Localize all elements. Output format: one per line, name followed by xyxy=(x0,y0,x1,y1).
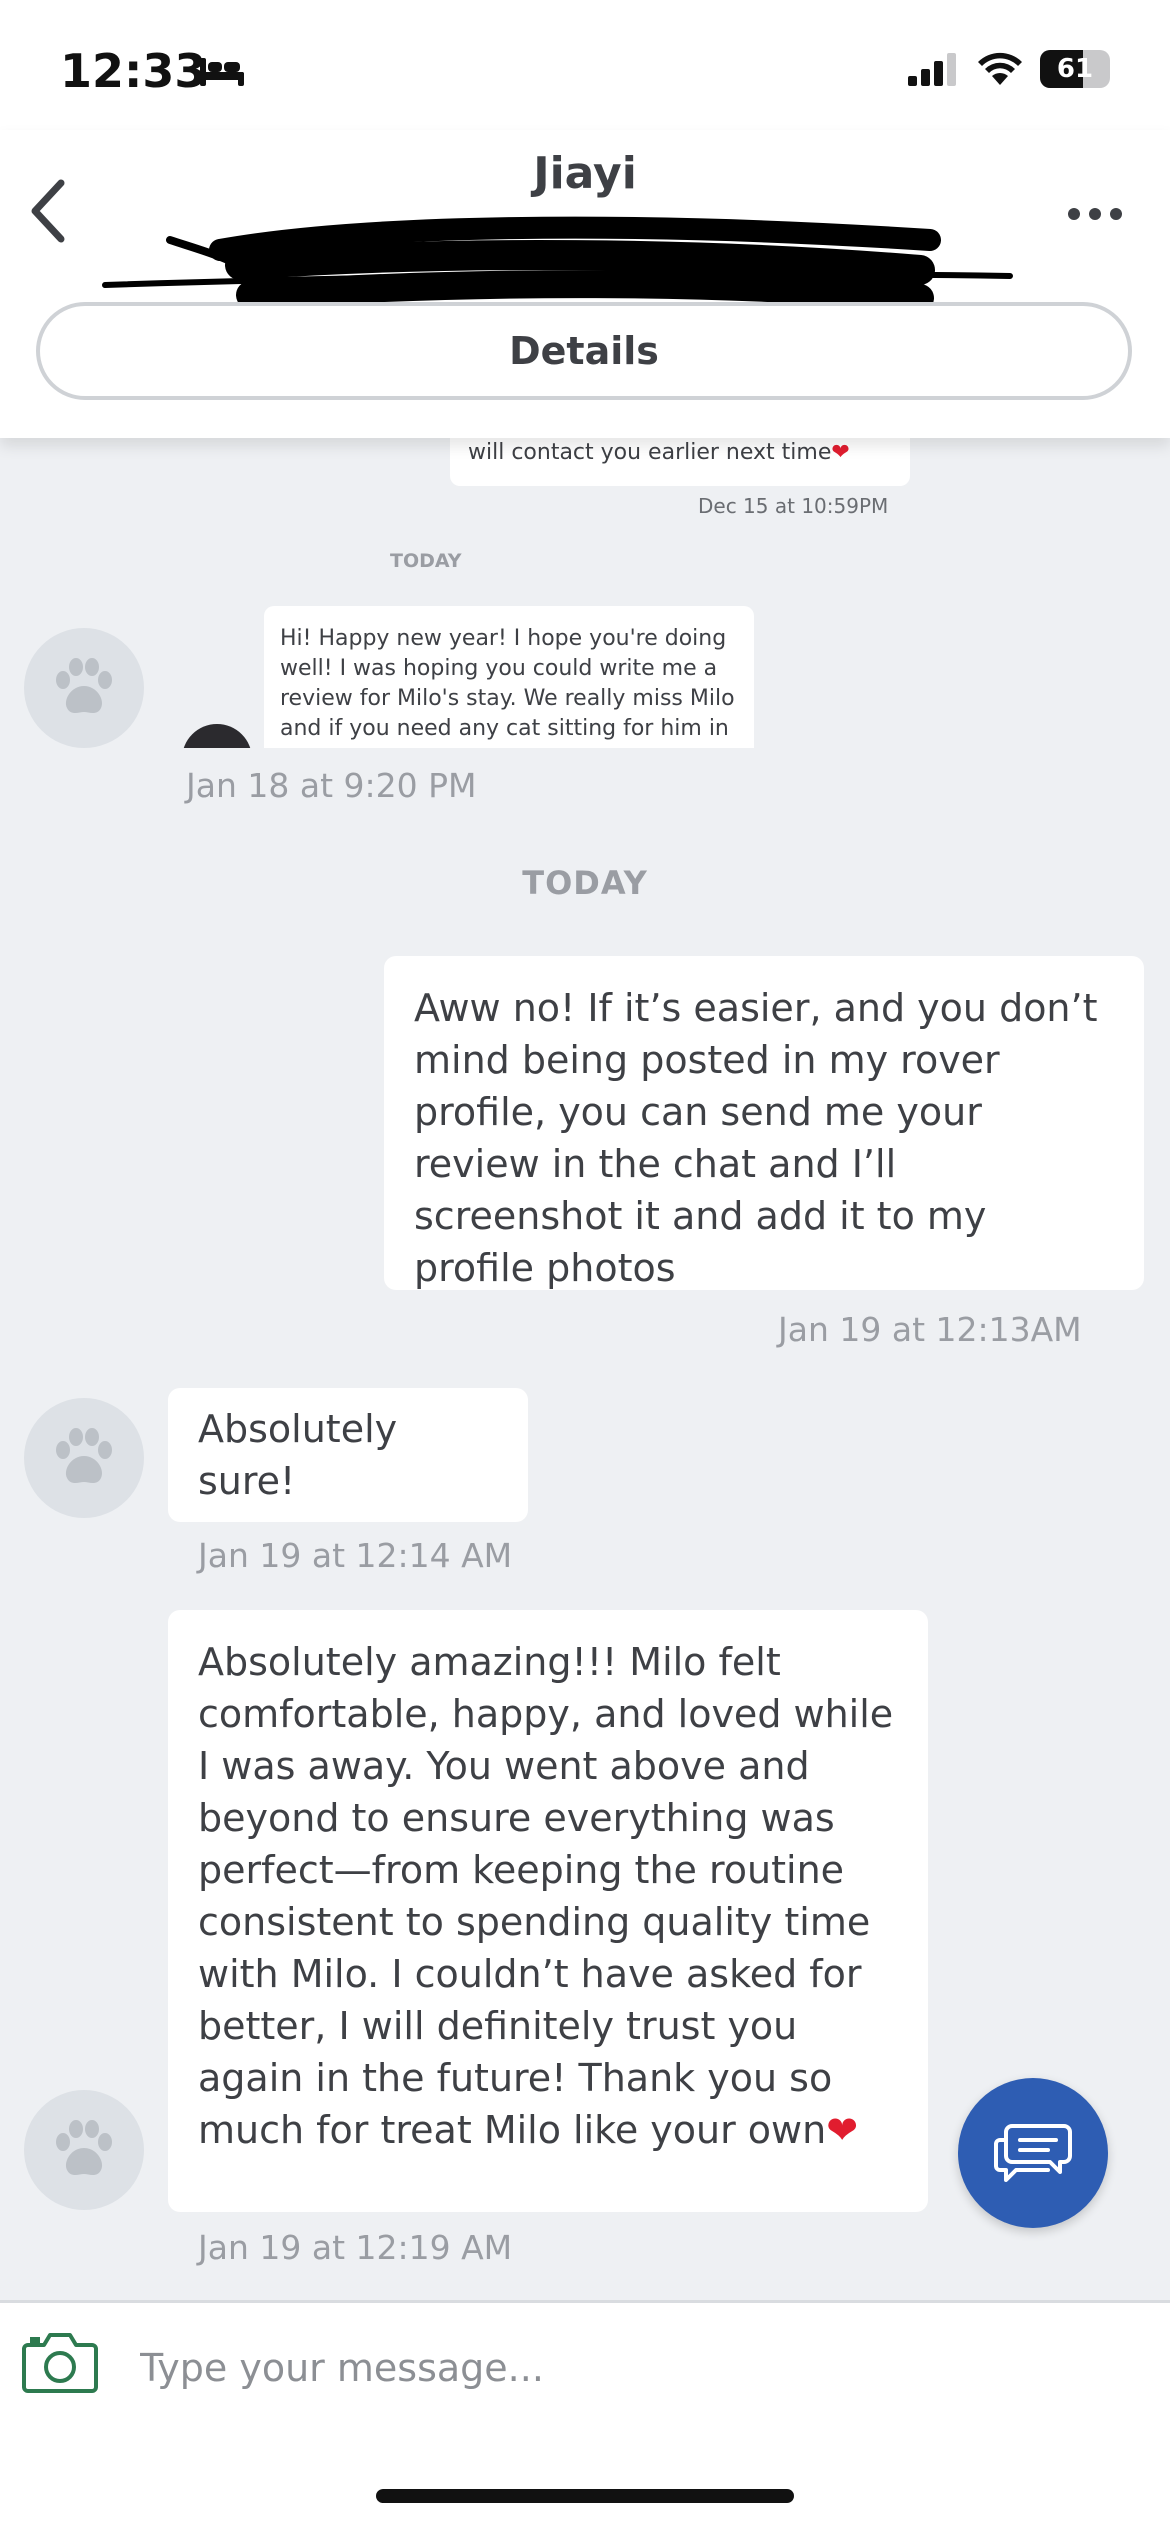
chat-support-button[interactable] xyxy=(958,2078,1108,2228)
chat-bubbles-icon xyxy=(994,2124,1072,2182)
camera-icon xyxy=(22,2333,98,2393)
screenshot-prev-bubble: will contact you earlier next time ❤ xyxy=(450,438,910,486)
shared-screenshot[interactable]: will contact you earlier next time ❤ Dec … xyxy=(160,438,960,748)
incoming-message-bubble[interactable]: Absolutely sure! xyxy=(168,1388,528,1522)
outgoing-message-bubble[interactable]: Aww no! If it’s easier, and you don’t mi… xyxy=(384,956,1144,1290)
message-input[interactable] xyxy=(140,2333,1040,2403)
screenshot-message-bubble: Hi! Happy new year! I hope you're doing … xyxy=(264,606,754,748)
sender-avatar xyxy=(24,1398,144,1518)
battery-indicator: 61 xyxy=(1040,50,1110,88)
message-timestamp: Jan 19 at 12:19 AM xyxy=(198,2228,513,2267)
more-options-button[interactable] xyxy=(1050,184,1140,244)
sender-avatar xyxy=(24,2090,144,2210)
message-text: Absolutely amazing!!! Milo felt comforta… xyxy=(198,1640,894,2152)
message-composer xyxy=(0,2300,1170,2532)
screenshot-message-text: Hi! Happy new year! I hope you're doing … xyxy=(280,626,735,741)
status-bar: 12:33 61 xyxy=(0,0,1170,130)
message-timestamp: Jan 18 at 9:20 PM xyxy=(186,766,477,805)
battery-percent: 61 xyxy=(1056,54,1094,84)
red-heart-emoji: ❤ xyxy=(831,440,850,465)
sleep-focus-icon xyxy=(200,58,244,86)
message-text: Aww no! If it’s easier, and you don’t mi… xyxy=(414,986,1098,1290)
home-indicator xyxy=(376,2489,794,2503)
more-dots-icon xyxy=(1068,208,1080,220)
day-separator: TODAY xyxy=(522,864,648,902)
conversation-header: Jiayi Details xyxy=(0,130,1170,438)
incoming-message-bubble[interactable]: Absolutely amazing!!! Milo felt comforta… xyxy=(168,1610,928,2212)
message-text: Absolutely sure! xyxy=(198,1407,398,1503)
camera-button[interactable] xyxy=(22,2329,98,2395)
status-time: 12:33 xyxy=(60,44,207,98)
signal-icon xyxy=(908,53,956,86)
screenshot-day-label: TODAY xyxy=(390,550,462,572)
screenshot-prev-text: will contact you earlier next time xyxy=(468,440,832,465)
message-timestamp: Jan 19 at 12:14 AM xyxy=(198,1536,513,1575)
message-thread[interactable]: will contact you earlier next time ❤ Dec … xyxy=(0,438,1170,2300)
red-heart-emoji: ❤ xyxy=(826,2108,859,2152)
message-timestamp: Jan 19 at 12:13AM xyxy=(778,1310,1082,1349)
status-indicators: 61 xyxy=(908,50,1110,88)
wifi-icon xyxy=(978,52,1022,85)
sender-avatar xyxy=(24,628,144,748)
screenshot-prev-timestamp: Dec 15 at 10:59PM xyxy=(698,494,889,518)
paw-icon xyxy=(56,2120,112,2175)
details-button[interactable]: Details xyxy=(36,302,1132,400)
paw-icon xyxy=(56,1428,112,1483)
paw-icon xyxy=(56,658,112,713)
